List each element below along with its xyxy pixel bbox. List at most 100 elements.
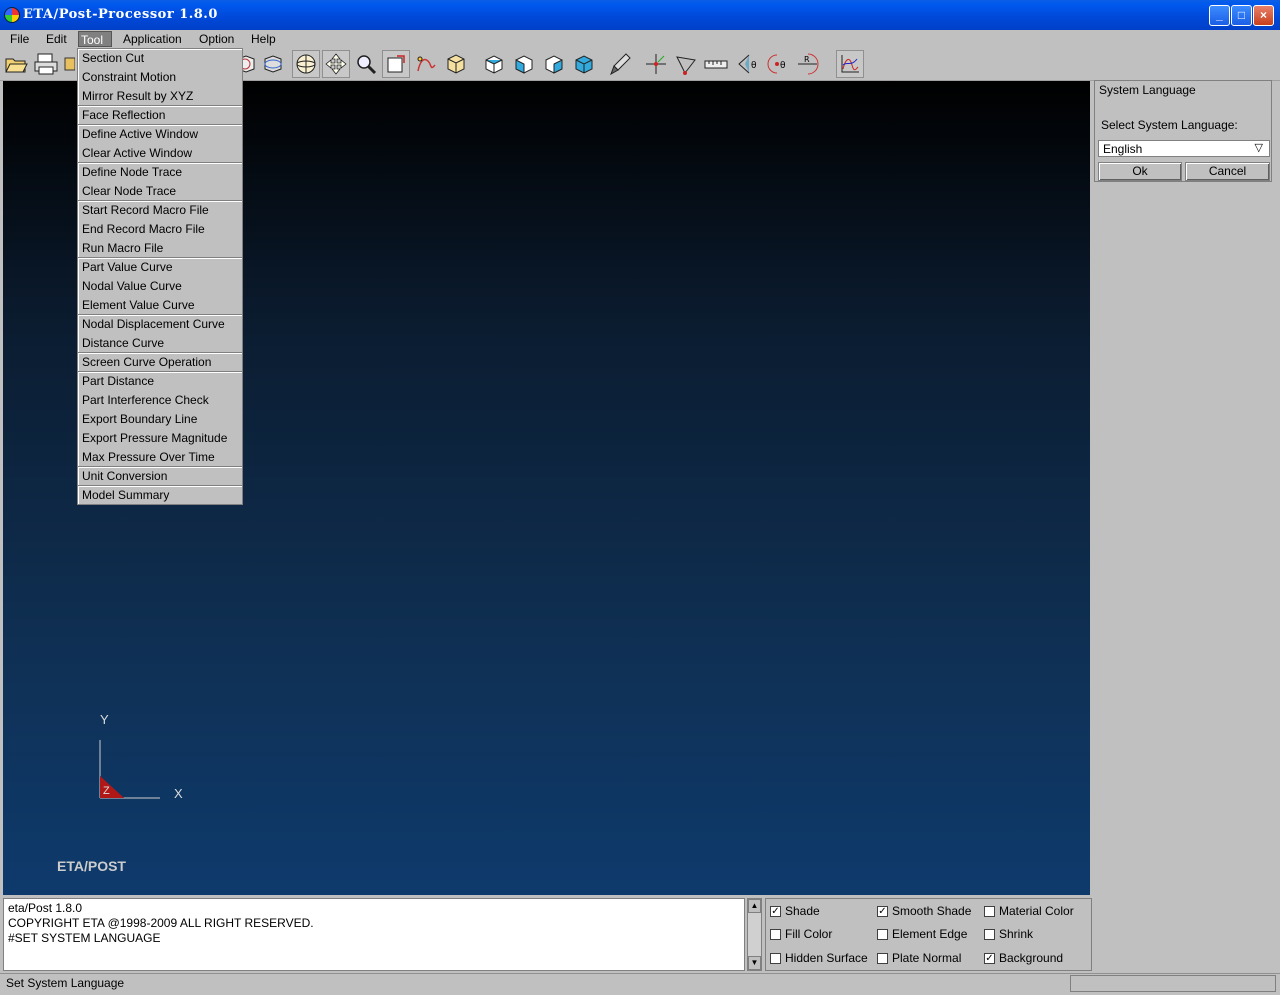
pan-icon[interactable] [322,50,350,78]
measure-angle-icon[interactable]: θ [734,50,762,78]
radius-icon[interactable]: R [794,50,822,78]
menu-file[interactable]: File [8,31,31,47]
menu-item-part-interference-check[interactable]: Part Interference Check [80,391,242,409]
menu-item-define-node-trace[interactable]: Define Node Trace [80,163,242,181]
close-button[interactable]: × [1253,5,1274,26]
status-text: Set System Language [6,976,125,990]
status-bar: Set System Language [0,973,1280,995]
menu-item-distance-curve[interactable]: Distance Curve [80,334,242,352]
app-icon[interactable] [4,7,20,23]
material-color-checkbox[interactable]: Material Color [984,903,1074,919]
svg-text:θ: θ [780,61,786,71]
menu-item-run-macro[interactable]: Run Macro File [80,239,242,257]
shade-checkbox[interactable]: ✓ Shade [770,903,820,919]
sphere-rotate-icon[interactable] [292,50,320,78]
menu-item-nodal-displacement-curve[interactable]: Nodal Displacement Curve [80,315,242,333]
menu-item-unit-conversion[interactable]: Unit Conversion [80,467,242,485]
menu-item-start-record-macro[interactable]: Start Record Macro File [80,201,242,219]
menu-item-mirror-result[interactable]: Mirror Result by XYZ [80,87,242,105]
minimize-button[interactable]: _ [1209,5,1230,26]
checkbox-checked-icon[interactable]: ✓ [984,952,995,964]
menu-help[interactable]: Help [249,31,278,47]
checkbox-unchecked-icon[interactable] [984,905,995,917]
maximize-button[interactable]: □ [1231,5,1252,26]
checkbox-unchecked-icon[interactable] [877,952,888,964]
curve-icon[interactable] [412,50,440,78]
checkbox-checked-icon[interactable]: ✓ [770,905,781,917]
menu-item-end-record-macro[interactable]: End Record Macro File [80,220,242,238]
element-edge-label: Element Edge [892,927,968,941]
window-title: ETA/Post-Processor 1.8.0 [23,7,218,22]
fill-color-label: Fill Color [785,927,833,941]
background-checkbox[interactable]: ✓ Background [984,950,1063,966]
checkbox-unchecked-icon[interactable] [877,928,888,940]
cancel-button[interactable]: Cancel [1185,162,1270,181]
view-side-icon[interactable] [540,50,568,78]
console-line: COPYRIGHT ETA @1998-2009 ALL RIGHT RESER… [8,916,314,930]
view-iso-icon[interactable] [480,50,508,78]
plate-normal-checkbox[interactable]: Plate Normal [877,950,961,966]
svg-text:θ: θ [751,61,757,71]
shrink-checkbox[interactable]: Shrink [984,926,1033,942]
zoom-icon[interactable] [352,50,380,78]
menu-item-model-summary[interactable]: Model Summary [80,486,242,504]
chevron-down-icon[interactable]: ▽ [1255,141,1263,154]
cube-view-icon[interactable] [442,50,470,78]
menu-item-clear-node-trace[interactable]: Clear Node Trace [80,182,242,200]
system-language-panel: System Language Select System Language: … [1094,80,1272,182]
checkbox-unchecked-icon[interactable] [770,928,781,940]
save-icon[interactable] [62,50,76,78]
menu-item-constraint-motion[interactable]: Constraint Motion [80,68,242,86]
language-select[interactable]: English ▽ [1098,140,1270,157]
display-options-panel: ✓ Shade ✓ Smooth Shade Material Color Fill… [765,898,1092,971]
menu-item-max-pressure-over-time[interactable]: Max Pressure Over Time [80,448,242,466]
menu-item-nodal-value-curve[interactable]: Nodal Value Curve [80,277,242,295]
scroll-down-icon[interactable]: ▼ [748,956,761,970]
hidden-surface-label: Hidden Surface [785,951,868,965]
menu-item-export-boundary-line[interactable]: Export Boundary Line [80,410,242,428]
menu-application[interactable]: Application [121,31,184,47]
menu-item-define-active-window[interactable]: Define Active Window [80,125,242,143]
console-scrollbar[interactable]: ▲ ▼ [747,898,762,971]
menu-edit[interactable]: Edit [44,31,69,47]
menu-item-screen-curve-operation[interactable]: Screen Curve Operation [80,353,242,371]
menu-item-export-pressure-magnitude[interactable]: Export Pressure Magnitude [80,429,242,447]
zoom-window-icon[interactable] [382,50,410,78]
scroll-up-icon[interactable]: ▲ [748,899,761,913]
eta-post-logo: ETA/POST [57,858,126,874]
status-panel [1070,975,1276,992]
open-folder-icon[interactable] [2,50,30,78]
menu-item-section-cut[interactable]: Section Cut [80,49,242,67]
svg-text:R: R [804,55,810,64]
ok-button[interactable]: Ok [1098,162,1182,181]
node-pick-icon[interactable] [642,50,670,78]
menu-item-part-value-curve[interactable]: Part Value Curve [80,258,242,276]
fill-color-checkbox[interactable]: Fill Color [770,926,832,942]
angle-icon[interactable] [672,50,700,78]
checkbox-unchecked-icon[interactable] [984,928,995,940]
menu-item-element-value-curve[interactable]: Element Value Curve [80,296,242,314]
shade-label: Shade [785,904,820,918]
view-top-icon[interactable] [570,50,598,78]
element-edge-checkbox[interactable]: Element Edge [877,926,967,942]
print-icon[interactable] [32,50,60,78]
menu-tool[interactable]: Tool [78,31,112,47]
select-language-label: Select System Language: [1101,118,1238,132]
smooth-shade-checkbox[interactable]: ✓ Smooth Shade [877,903,971,919]
menu-item-face-reflection[interactable]: Face Reflection [80,106,242,124]
menu-item-clear-active-window[interactable]: Clear Active Window [80,144,242,162]
message-console[interactable]: eta/Post 1.8.0 COPYRIGHT ETA @1998-2009 … [3,898,745,971]
menu-item-part-distance[interactable]: Part Distance [80,372,242,390]
view-front-icon[interactable] [510,50,538,78]
rotate-view-icon[interactable] [258,50,286,78]
arc-angle-icon[interactable]: θ [764,50,792,78]
axis-z-label: Z [103,785,110,797]
plot-curve-icon[interactable] [836,50,864,78]
ruler-icon[interactable] [702,50,730,78]
checkbox-unchecked-icon[interactable] [770,952,781,964]
checkbox-checked-icon[interactable]: ✓ [877,905,888,917]
menu-option[interactable]: Option [197,31,236,47]
brush-icon[interactable] [606,50,634,78]
shrink-label: Shrink [999,927,1034,941]
hidden-surface-checkbox[interactable]: Hidden Surface [770,950,868,966]
